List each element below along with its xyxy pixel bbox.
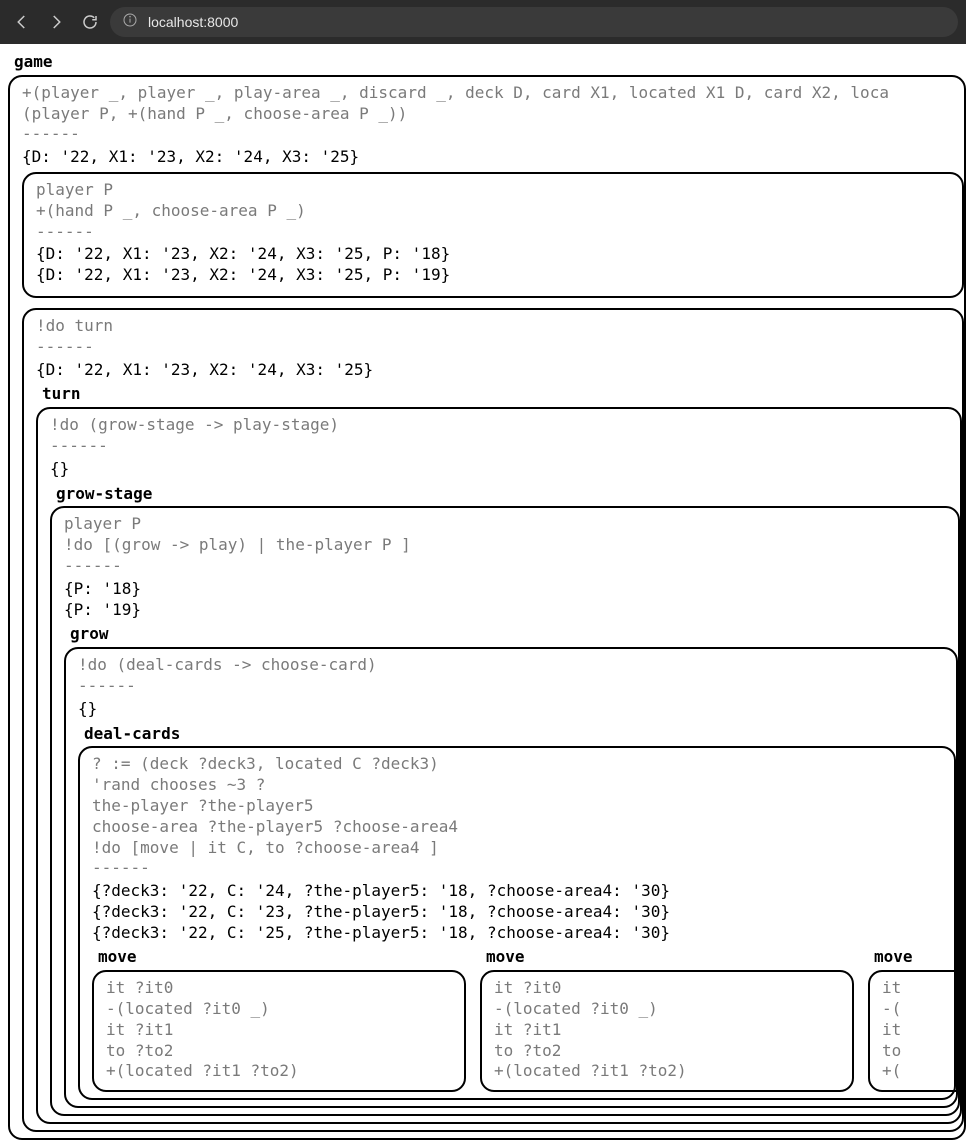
rule-state: {P: '18} {P: '19} <box>64 579 958 621</box>
arrow-left-icon <box>13 13 31 31</box>
rule-box: !do (deal-cards -> choose-card) ------ {… <box>64 647 958 1108</box>
rule-body: ? := (deck ?deck3, located C ?deck3) 'ra… <box>92 754 954 879</box>
rule-turn: turn !do (grow-stage -> play-stage) ----… <box>36 384 962 1124</box>
rule-box: +(player _, player _, play-area _, disca… <box>8 75 966 1140</box>
rule-body: !do (grow-stage -> play-stage) ------ <box>50 415 960 457</box>
rule-state: {?deck3: '22, C: '24, ?the-player5: '18,… <box>92 881 954 943</box>
forward-button[interactable] <box>42 8 70 36</box>
rule-title: deal-cards <box>78 724 956 747</box>
rule-state: {D: '22, X1: '23, X2: '24, X3: '25} <box>36 360 962 381</box>
rule-body: player P !do [(grow -> play) | the-playe… <box>64 514 958 576</box>
rule-move: move it ?it0 -(located ?it0 _) it ?it1 t… <box>92 947 466 1092</box>
rule-body: !do turn ------ <box>36 316 962 358</box>
rule-body: it -( it to +( <box>882 978 966 1082</box>
info-icon <box>122 12 138 32</box>
back-button[interactable] <box>8 8 36 36</box>
address-bar[interactable]: localhost:8000 <box>110 7 958 37</box>
page-content: game +(player _, player _, play-area _, … <box>0 44 966 1140</box>
rule-title: move <box>868 947 966 970</box>
rule-box: it ?it0 -(located ?it0 _) it ?it1 to ?to… <box>480 970 854 1092</box>
rule-body: +(player _, player _, play-area _, disca… <box>22 83 964 145</box>
rule-grow-stage: grow-stage player P !do [(grow -> play) … <box>50 484 960 1117</box>
rule-title: game <box>8 52 966 75</box>
rule-body: it ?it0 -(located ?it0 _) it ?it1 to ?to… <box>106 978 464 1082</box>
rule-move: move it -( it to +( <box>868 947 966 1092</box>
rule-title: move <box>480 947 854 970</box>
rule-box: ? := (deck ?deck3, located C ?deck3) 'ra… <box>78 746 956 1100</box>
rule-game: game +(player _, player _, play-area _, … <box>8 52 966 1140</box>
rule-title: move <box>92 947 466 970</box>
rule-grow: grow !do (deal-cards -> choose-card) ---… <box>64 624 958 1108</box>
rule-box: it -( it to +( <box>868 970 966 1092</box>
reload-icon <box>81 13 99 31</box>
browser-chrome: localhost:8000 <box>0 0 966 44</box>
rule-title: grow <box>64 624 958 647</box>
rule-state: {} <box>78 699 956 720</box>
rule-state: {D: '22, X1: '23, X2: '24, X3: '25} <box>22 147 964 168</box>
address-bar-text: localhost:8000 <box>148 13 238 31</box>
rule-deal-cards: deal-cards ? := (deck ?deck3, located C … <box>78 724 956 1101</box>
inner-box: player P +(hand P _, choose-area P _) --… <box>22 172 964 298</box>
rule-box: player P !do [(grow -> play) | the-playe… <box>50 506 960 1116</box>
rule-body: player P +(hand P _, choose-area P _) --… <box>36 180 962 242</box>
rule-body: it ?it0 -(located ?it0 _) it ?it1 to ?to… <box>494 978 852 1082</box>
rule-title: turn <box>36 384 962 407</box>
rule-move: move it ?it0 -(located ?it0 _) it ?it1 t… <box>480 947 854 1092</box>
rule-box: !do (grow-stage -> play-stage) ------ {}… <box>36 407 962 1124</box>
arrow-right-icon <box>47 13 65 31</box>
rule-state: {} <box>50 459 960 480</box>
rule-body: !do (deal-cards -> choose-card) ------ <box>78 655 956 697</box>
move-row: move it ?it0 -(located ?it0 _) it ?it1 t… <box>92 947 954 1092</box>
reload-button[interactable] <box>76 8 104 36</box>
rule-state: {D: '22, X1: '23, X2: '24, X3: '25, P: '… <box>36 244 962 286</box>
rule-box: it ?it0 -(located ?it0 _) it ?it1 to ?to… <box>92 970 466 1092</box>
rule-title: grow-stage <box>50 484 960 507</box>
inner-box: !do turn ------ {D: '22, X1: '23, X2: '2… <box>22 308 964 1132</box>
